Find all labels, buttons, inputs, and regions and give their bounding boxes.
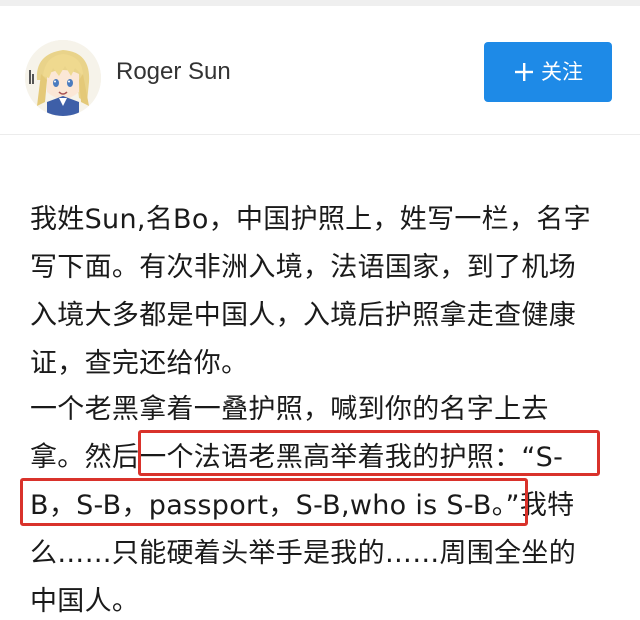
article-line: 写下面。有次非洲入境，法语国家，到了机场 [30,252,576,283]
follow-button[interactable]: 关注 [484,42,612,102]
article-line: 一个老黑拿着一叠护照，喊到你的名字上去 [30,394,549,425]
author-avatar[interactable] [25,40,101,116]
anime-girl-avatar-icon [25,40,101,116]
article-line: 入境大多都是中国人，入境后护照拿走查健康 [30,300,576,331]
plus-icon [515,63,533,81]
author-header: Roger Sun 关注 [0,6,640,134]
highlight-box-lower [20,478,528,526]
follow-button-label: 关注 [541,59,583,84]
article-line: 中国人。 [30,586,140,617]
header-divider [0,134,640,135]
highlight-box-upper [138,430,600,476]
author-name[interactable]: Roger Sun [116,54,231,90]
article-line: 我姓Sun,名Bo，中国护照上，姓写一栏，名字 [30,204,591,235]
article-line: 证，查完还给你。 [30,348,249,379]
article-line: 么……只能硬着头举手是我的……周围全坐的 [30,538,576,569]
